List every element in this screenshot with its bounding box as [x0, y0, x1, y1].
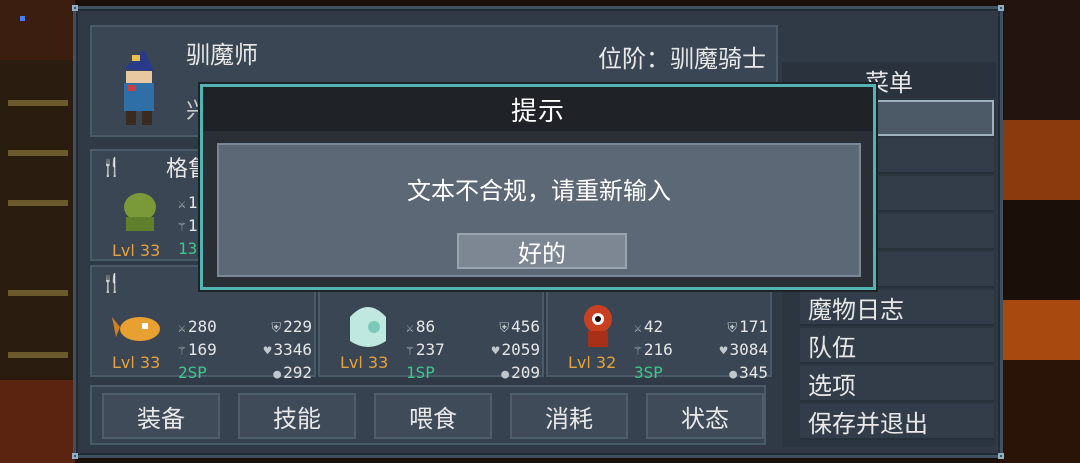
wand-icon: ⚚: [406, 344, 414, 359]
stat-magic: 237: [415, 340, 445, 359]
monster-sprite-icon: [112, 317, 160, 341]
monster-stats: ⚔ 280 ⛨ 229 ⚚ 169 ♥ 3346 2SP ● 292: [178, 315, 312, 384]
corner-ornament: [998, 453, 1004, 459]
stat-sp: 13: [178, 239, 198, 258]
heart-icon: ♥: [719, 344, 728, 359]
sword-icon: ⚔: [178, 321, 186, 336]
monster-level: Lvl 33: [112, 353, 161, 372]
stat-attack: 86: [415, 317, 436, 336]
shield-icon: ⛨: [499, 321, 510, 336]
dialog-body: 文本不合规，请重新输入 好的: [217, 143, 861, 277]
stat-row: 3SP ● 345: [634, 361, 768, 384]
stat-health: 3346: [273, 340, 312, 359]
stat-sp: 1SP: [406, 363, 435, 382]
background-left-wall: [0, 0, 75, 463]
food-icon: ●: [501, 367, 510, 382]
stat-sp: 2SP: [178, 363, 207, 382]
stat-row: ⚔ 86 ⛨ 456: [406, 315, 540, 338]
stat-sp: 3SP: [634, 363, 663, 382]
stat-food: 345: [739, 363, 768, 382]
wand-icon: ⚚: [178, 220, 186, 235]
shelf: [8, 150, 68, 156]
stat-magic: 169: [187, 340, 217, 359]
blue-indicator-icon: [20, 16, 25, 21]
monster-sprite-icon: [584, 305, 612, 347]
stat-row: ⚔ 42 ⛨ 171: [634, 315, 768, 338]
fork-knife-icon: 🍴: [100, 157, 123, 178]
ok-button[interactable]: 好的: [457, 233, 627, 269]
stat-food: 292: [283, 363, 312, 382]
monster-stats: ⚔ 42 ⛨ 171 ⚚ 216 ♥ 3084 3SP ● 345: [634, 315, 768, 384]
sword-icon: ⚔: [178, 197, 186, 212]
action-bar: 装备 技能 喂食 消耗 状态: [90, 385, 766, 445]
corner-ornament: [72, 453, 78, 459]
menu-item-save-exit[interactable]: 保存并退出: [800, 404, 994, 440]
stat-attack: 280: [187, 317, 217, 336]
food-icon: ●: [729, 367, 738, 382]
dialog-title: 提示: [203, 87, 873, 131]
background-right-lava: [1000, 0, 1080, 463]
monster-sprite-icon: [124, 193, 156, 231]
stat-magic: 216: [643, 340, 673, 359]
stat-defense: 171: [739, 317, 768, 336]
alert-dialog: 提示 文本不合规，请重新输入 好的: [200, 84, 876, 290]
sword-icon: ⚔: [634, 321, 642, 336]
shelf: [8, 200, 68, 206]
shelf: [8, 290, 68, 296]
wand-icon: ⚚: [178, 344, 186, 359]
monster-level: Lvl 33: [340, 353, 389, 372]
corner-ornament: [72, 5, 78, 11]
stat-row: ⚚ 169 ♥ 3346: [178, 338, 312, 361]
monster-level: Lvl 32: [568, 353, 617, 372]
wand-icon: ⚚: [634, 344, 642, 359]
monster-level: Lvl 33: [112, 241, 161, 260]
stat-row: 1SP ● 209: [406, 361, 540, 384]
sword-icon: ⚔: [406, 321, 414, 336]
monster-sprite-icon: [350, 307, 386, 347]
status-button[interactable]: 状态: [646, 393, 764, 439]
menu-item-party[interactable]: 队伍: [800, 328, 994, 364]
heart-icon: ♥: [263, 344, 272, 359]
stat-health: 3084: [729, 340, 768, 359]
stat-food: 209: [511, 363, 540, 382]
hero-sprite-icon: [124, 49, 154, 125]
dialog-message: 文本不合规，请重新输入: [407, 177, 671, 205]
stat-attack: 42: [643, 317, 664, 336]
feed-button[interactable]: 喂食: [374, 393, 492, 439]
equip-button[interactable]: 装备: [102, 393, 220, 439]
corner-ornament: [998, 5, 1004, 11]
consumables-button[interactable]: 消耗: [510, 393, 628, 439]
food-icon: ●: [273, 367, 282, 382]
profile-rank: 位阶：驯魔骑士: [598, 45, 766, 73]
heart-icon: ♥: [491, 344, 500, 359]
stat-magic: 1: [187, 216, 198, 235]
stat-row: ⚔ 280 ⛨ 229: [178, 315, 312, 338]
fork-knife-icon: 🍴: [100, 273, 123, 294]
shield-icon: ⛨: [727, 321, 738, 336]
profile-class-name: 驯魔师: [186, 41, 258, 69]
shield-icon: ⛨: [271, 321, 282, 336]
stat-defense: 229: [283, 317, 312, 336]
shelf: [8, 352, 68, 358]
stat-attack: 1: [187, 193, 198, 212]
stat-defense: 456: [511, 317, 540, 336]
menu-item-monster-log[interactable]: 魔物日志: [800, 290, 994, 326]
stat-health: 2059: [501, 340, 540, 359]
stat-row: 2SP ● 292: [178, 361, 312, 384]
monster-stats: ⚔ 86 ⛨ 456 ⚚ 237 ♥ 2059 1SP ● 209: [406, 315, 540, 384]
shelf: [8, 100, 68, 106]
skills-button[interactable]: 技能: [238, 393, 356, 439]
stat-row: ⚚ 216 ♥ 3084: [634, 338, 768, 361]
menu-item-options[interactable]: 选项: [800, 366, 994, 402]
stat-row: ⚚ 237 ♥ 2059: [406, 338, 540, 361]
